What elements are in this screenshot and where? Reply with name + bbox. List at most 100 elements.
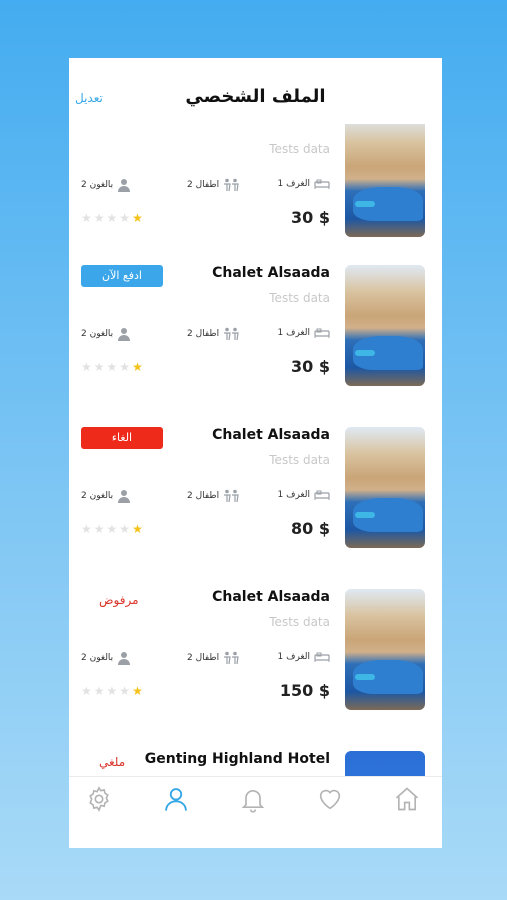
price: 150 $ [279,681,330,700]
booking-title: Chalet Alsaada [212,589,330,605]
heart-icon [319,789,341,810]
adults-info: 2 بالغون [81,651,131,665]
rooms-info: 1 الغرف [278,489,330,501]
hotel-image [345,427,425,548]
star-icon: ★ [81,211,92,225]
kids-label: 2 اطفال [187,491,220,501]
kids-info: 2 اطفال [187,327,239,341]
star-icon: ★ [106,211,118,225]
rooms-label: 1 الغرف [277,179,310,189]
cancel-booking-button[interactable]: الغاء [81,427,163,449]
adults-label: 2 بالغون [81,653,114,663]
star-icon: ★ [119,360,131,374]
kids-info: 2 اطفال [187,178,239,192]
booking-subtitle: Tests data [269,453,330,467]
tab-home[interactable] [391,783,423,815]
tab-favorites[interactable] [314,783,346,815]
person-icon [118,490,131,503]
rating-stars: ★ ★ ★ ★ ★ [81,523,143,535]
gear-icon [89,786,109,812]
adults-label: 2 بالغون [81,180,114,190]
adults-info: 2 بالغون [81,489,131,503]
star-icon: ★ [132,211,143,225]
kids-info: 2 اطفال [187,651,239,665]
booking-card[interactable]: Chalet Alsaada Tests data مرفوض 1 الغرف … [69,589,442,751]
star-icon: ★ [132,684,143,698]
tab-settings[interactable] [83,783,115,815]
booking-subtitle: Tests data [269,291,330,305]
tab-profile[interactable] [160,783,192,815]
rooms-info: 1 الغرف [278,327,330,339]
kids-label: 2 اطفال [187,653,220,663]
rating-stars: ★ ★ ★ ★ ★ [81,685,143,697]
hotel-image [345,751,425,776]
star-icon: ★ [132,360,143,374]
rooms-info: 1 الغرف [278,178,330,190]
home-icon [395,787,419,811]
star-icon: ★ [119,211,131,225]
star-icon: ★ [106,360,118,374]
adults-info: 2 بالغون [81,327,131,341]
children-icon [224,327,239,341]
rooms-info: 1 الغرف [278,651,330,663]
star-icon: ★ [81,684,92,698]
booking-card[interactable]: Chalet Alsaada Tests data الغاء 1 الغرف … [69,427,442,589]
star-icon: ★ [106,522,118,536]
status-cancelled-label: ملغي [99,755,126,769]
tab-notifications[interactable] [237,783,269,815]
price: 30 $ [291,357,330,376]
booking-subtitle: Tests data [269,615,330,629]
bed-icon [314,328,330,338]
rooms-label: 1 الغرف [277,490,310,500]
app-screen: الملف الشخصي تعديل Tests data 1 الغرف 2 … [69,58,442,848]
star-icon: ★ [106,684,118,698]
booking-card[interactable]: Genting Highland Hotel ملغي [69,751,442,776]
hotel-image [345,265,425,386]
booking-title: Chalet Alsaada [212,265,330,281]
star-icon: ★ [93,211,105,225]
children-icon [224,489,239,503]
bed-icon [314,652,330,662]
rooms-label: 1 الغرف [277,652,310,662]
rooms-label: 1 الغرف [277,328,310,338]
person-icon [118,652,131,665]
booking-card[interactable]: Chalet Alsaada Tests data ادفع الآن 1 ال… [69,265,442,427]
edit-button[interactable]: تعديل [75,91,103,105]
adults-label: 2 بالغون [81,491,114,501]
star-icon: ★ [81,522,92,536]
star-icon: ★ [93,360,105,374]
adults-info: 2 بالغون [81,178,131,192]
header: الملف الشخصي تعديل [69,58,442,124]
booking-subtitle: Tests data [269,142,330,156]
person-icon [118,328,131,341]
children-icon [224,651,239,665]
star-icon: ★ [119,684,131,698]
booking-title: Genting Highland Hotel [144,751,330,767]
rating-stars: ★ ★ ★ ★ ★ [81,361,143,373]
kids-label: 2 اطفال [187,180,220,190]
bed-icon [314,490,330,500]
star-icon: ★ [81,360,92,374]
kids-info: 2 اطفال [187,489,239,503]
bottom-tab-bar [69,776,442,848]
user-icon [165,788,187,811]
bed-icon [314,179,330,189]
rating-stars: ★ ★ ★ ★ ★ [81,212,143,224]
bell-icon [241,790,265,813]
pay-now-button[interactable]: ادفع الآن [81,265,163,287]
hotel-image [345,124,425,237]
price: 30 $ [291,208,330,227]
page-title: الملف الشخصي [185,86,326,107]
booking-title: Chalet Alsaada [212,427,330,443]
booking-card[interactable]: Tests data 1 الغرف 2 اطفال 2 بالغون 30 $… [69,124,442,278]
adults-label: 2 بالغون [81,329,114,339]
star-icon: ★ [132,522,143,536]
hotel-image [345,589,425,710]
bookings-list[interactable]: Tests data 1 الغرف 2 اطفال 2 بالغون 30 $… [69,124,442,776]
children-icon [224,178,239,192]
star-icon: ★ [93,684,105,698]
status-rejected-label: مرفوض [99,593,139,607]
price: 80 $ [291,519,330,538]
star-icon: ★ [119,522,131,536]
star-icon: ★ [93,522,105,536]
